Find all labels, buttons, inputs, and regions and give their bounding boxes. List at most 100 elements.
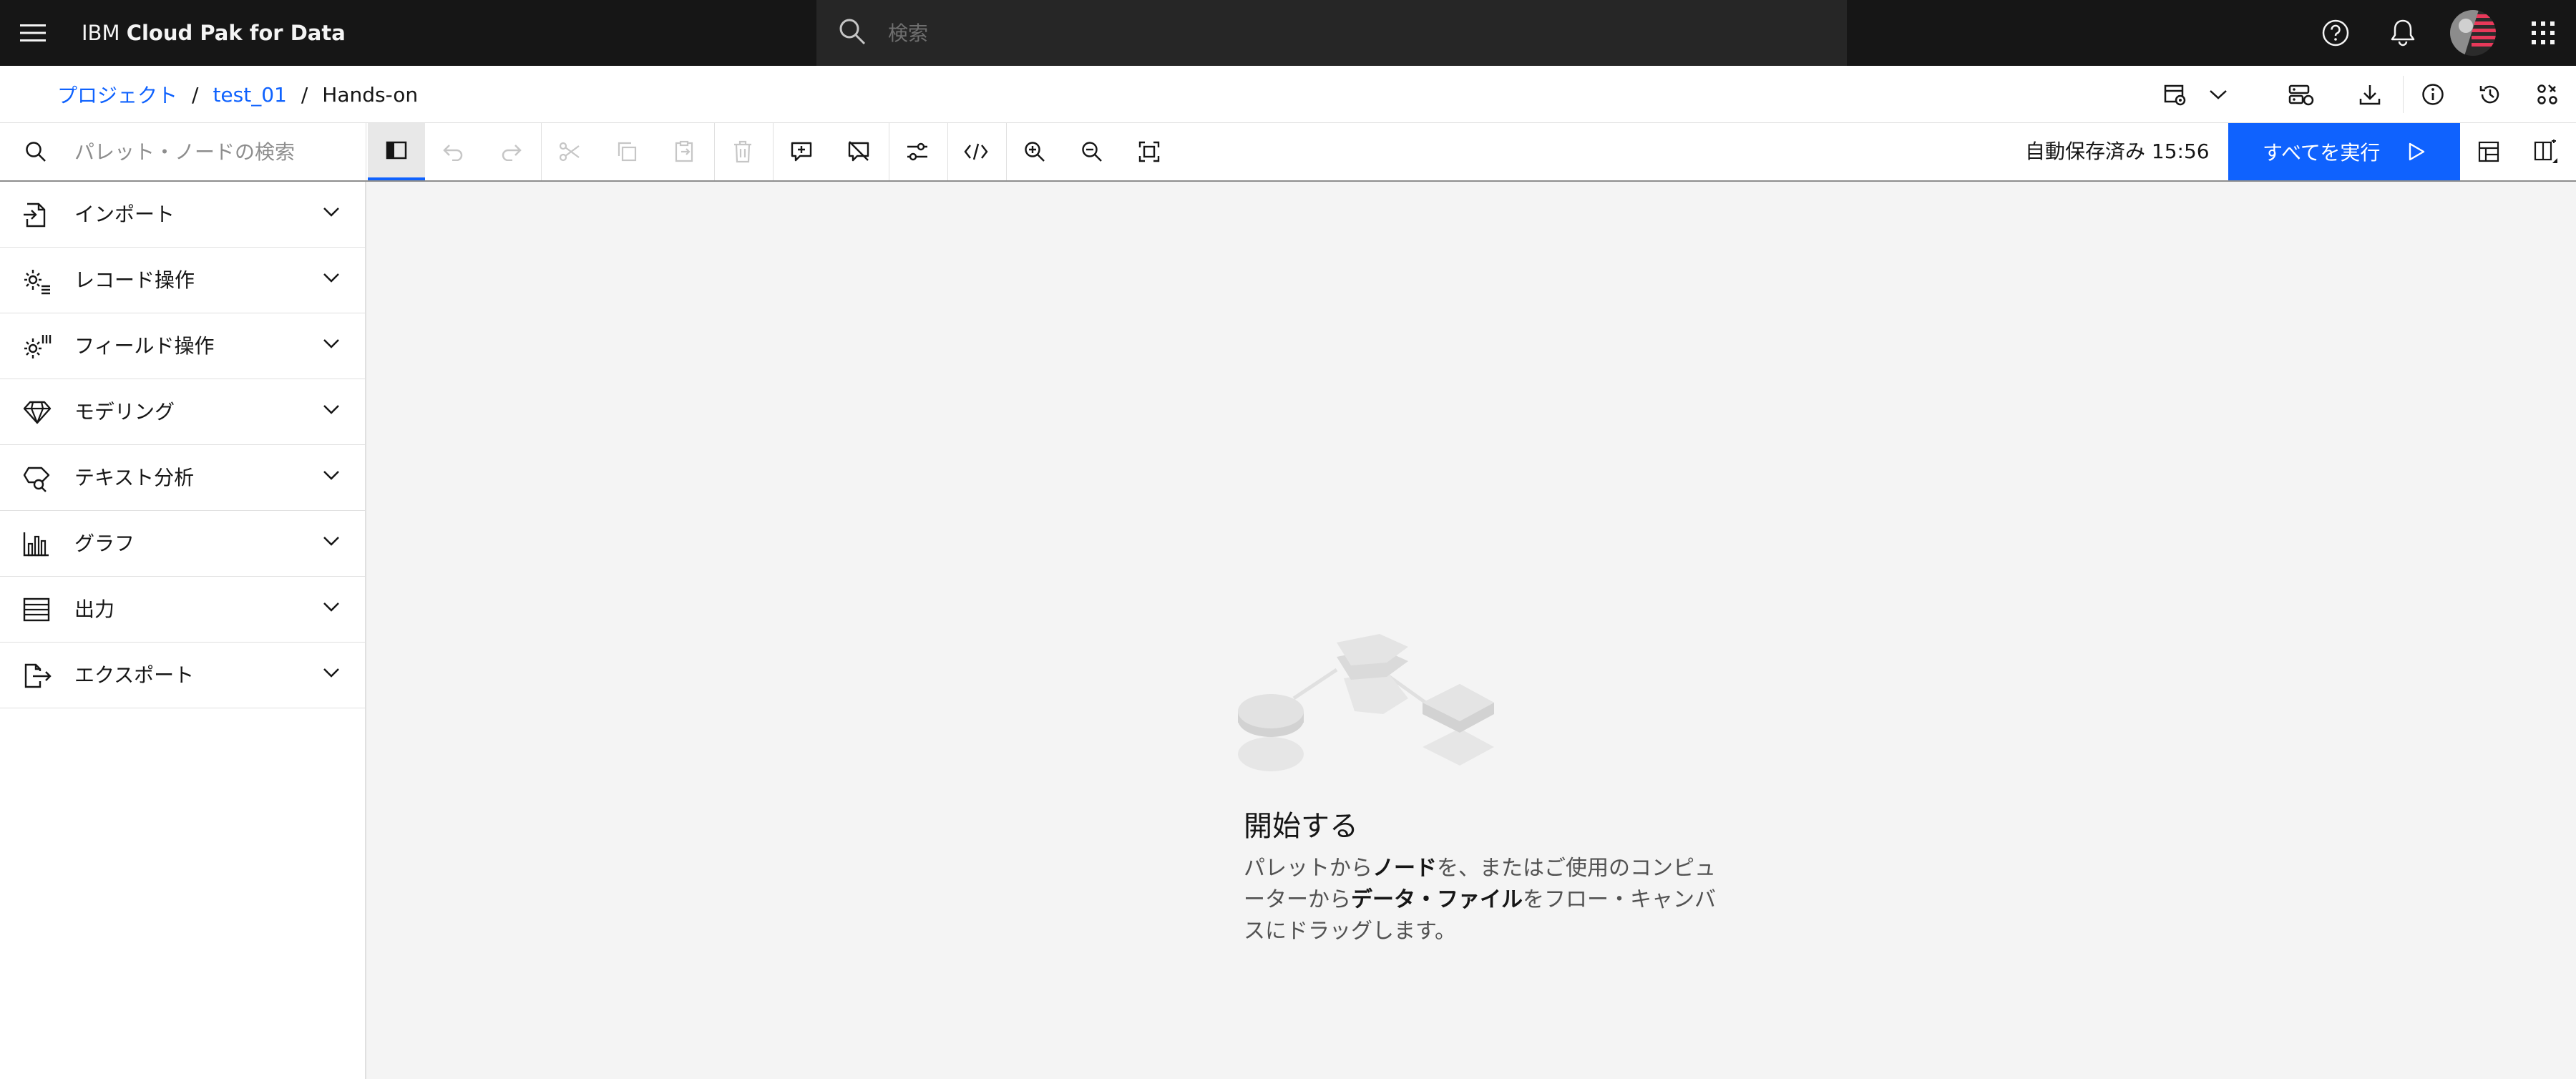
redo-icon: [502, 145, 522, 161]
run-settings-icon[interactable]: [2273, 66, 2330, 123]
notification-icon[interactable]: [2370, 0, 2436, 66]
hide-comments-icon: [848, 141, 869, 162]
menu-icon[interactable]: [0, 0, 66, 66]
chevron-down-icon: [322, 338, 341, 349]
empty-desc-node: ノード: [1372, 856, 1437, 881]
zoom-in-button[interactable]: [1006, 123, 1063, 180]
flow-canvas[interactable]: 開始する パレットからノードを、またはご使用のコンピューターからデータ・ファイル…: [368, 182, 2576, 1079]
chevron-down-icon[interactable]: [2190, 66, 2247, 123]
fit-to-screen-icon: [1138, 141, 1160, 162]
palette-search[interactable]: [0, 123, 366, 180]
breadcrumb-projects-link[interactable]: プロジェクト: [57, 80, 177, 109]
breadcrumb-current: Hands-on: [322, 82, 419, 107]
redo-button[interactable]: [482, 123, 540, 180]
autosave-status: 自動保存済み 15:56: [2025, 140, 2210, 163]
text-analytics-icon: [23, 465, 52, 492]
delete-button[interactable]: [714, 123, 771, 180]
sliders-icon: [907, 142, 927, 161]
chevron-down-icon: [322, 667, 341, 678]
search-icon: [24, 140, 47, 163]
undo-icon: [443, 145, 463, 161]
palette-category-label: グラフ: [74, 532, 135, 555]
search-icon: [838, 17, 867, 46]
output-table-icon: [2478, 141, 2499, 162]
empty-desc-text: パレットから: [1244, 856, 1372, 881]
empty-canvas-illustration: [1236, 627, 1523, 799]
zoom-out-button[interactable]: [1063, 123, 1121, 180]
undo-button[interactable]: [425, 123, 482, 180]
copy-icon: [618, 142, 637, 162]
palette-category-label: 出力: [74, 597, 115, 621]
breadcrumb-project-link[interactable]: test_01: [213, 83, 286, 107]
palette-category-label: インポート: [74, 202, 175, 226]
palette-category-import[interactable]: インポート: [0, 182, 365, 248]
side-panel-icon: [2534, 140, 2557, 163]
palette-category-text-analytics[interactable]: テキスト分析: [0, 445, 365, 511]
empty-desc-data-file: データ・ファイル: [1351, 887, 1523, 912]
breadcrumb: プロジェクト / test_01 / Hands-on: [57, 66, 418, 123]
global-search[interactable]: [816, 0, 1847, 66]
panel-toggle-button[interactable]: [2517, 123, 2575, 180]
sidebar-toggle-icon: [386, 141, 407, 160]
play-icon: [2409, 142, 2425, 161]
avatar: [2450, 10, 2496, 56]
modeling-icon: [23, 399, 52, 425]
palette-category-record-ops[interactable]: レコード操作: [0, 248, 365, 313]
info-icon[interactable]: [2404, 66, 2462, 123]
palette-category-output[interactable]: 出力: [0, 577, 365, 643]
global-search-input[interactable]: [888, 0, 1818, 66]
add-comment-button[interactable]: [773, 123, 830, 180]
zoom-out-icon: [1082, 142, 1102, 162]
canvas-toolbar: 自動保存済み 15:56 すべてを実行: [0, 123, 2576, 182]
palette-category-export[interactable]: エクスポート: [0, 643, 365, 708]
run-all-label: すべてを実行: [2263, 141, 2381, 165]
flow-properties-button[interactable]: [889, 123, 946, 180]
palette-search-input[interactable]: [74, 123, 353, 180]
breadcrumb-separator: /: [301, 82, 308, 107]
chevron-down-icon: [322, 404, 341, 415]
zoom-to-fit-button[interactable]: [1121, 123, 1178, 180]
palette-category-label: モデリング: [74, 400, 175, 424]
outputs-button[interactable]: [2460, 123, 2517, 180]
record-ops-icon: [23, 268, 52, 295]
user-avatar-button[interactable]: [2440, 0, 2506, 66]
palette-category-label: エクスポート: [74, 663, 195, 687]
trash-icon: [734, 140, 751, 163]
field-ops-icon: [23, 333, 52, 361]
breadcrumb-bar: プロジェクト / test_01 / Hands-on: [0, 66, 2576, 123]
palette-category-label: フィールド操作: [74, 334, 215, 358]
brand-title[interactable]: IBM Cloud Pak for Data: [82, 0, 346, 66]
palette-category-graph[interactable]: グラフ: [0, 511, 365, 577]
help-icon[interactable]: [2303, 0, 2368, 66]
download-icon[interactable]: [2341, 66, 2399, 123]
import-icon: [23, 202, 49, 229]
add-comment-icon: [791, 142, 812, 162]
zoom-in-icon: [1025, 142, 1045, 162]
output-icon: [23, 597, 50, 622]
palette-category-label: レコード操作: [74, 268, 195, 292]
breadcrumb-separator: /: [192, 82, 199, 107]
palette-category-label: テキスト分析: [74, 466, 195, 489]
code-button[interactable]: [947, 123, 1005, 180]
brand-name: Cloud Pak for Data: [126, 21, 346, 45]
paste-icon: [675, 140, 693, 162]
history-icon[interactable]: [2462, 66, 2519, 123]
paste-button[interactable]: [655, 123, 713, 180]
app-switcher-icon[interactable]: [2510, 0, 2576, 66]
toggle-palette-button[interactable]: [368, 123, 425, 180]
chevron-down-icon: [322, 272, 341, 283]
hide-comments-button[interactable]: [830, 123, 887, 180]
node-palette: インポート レコード操作 フィールド操作 モデリング テキスト分析 グラフ 出力…: [0, 182, 366, 1079]
settings-adjust-icon[interactable]: [2519, 66, 2576, 123]
run-all-button[interactable]: すべてを実行: [2228, 123, 2460, 180]
divider: [2403, 76, 2404, 113]
chevron-down-icon: [322, 469, 341, 481]
brand-prefix: IBM: [82, 21, 120, 45]
cut-button[interactable]: [541, 123, 598, 180]
export-icon: [23, 663, 52, 690]
chevron-down-icon: [322, 535, 341, 547]
palette-category-modeling[interactable]: モデリング: [0, 379, 365, 445]
chevron-down-icon: [322, 206, 341, 218]
palette-category-field-ops[interactable]: フィールド操作: [0, 313, 365, 379]
copy-button[interactable]: [598, 123, 655, 180]
